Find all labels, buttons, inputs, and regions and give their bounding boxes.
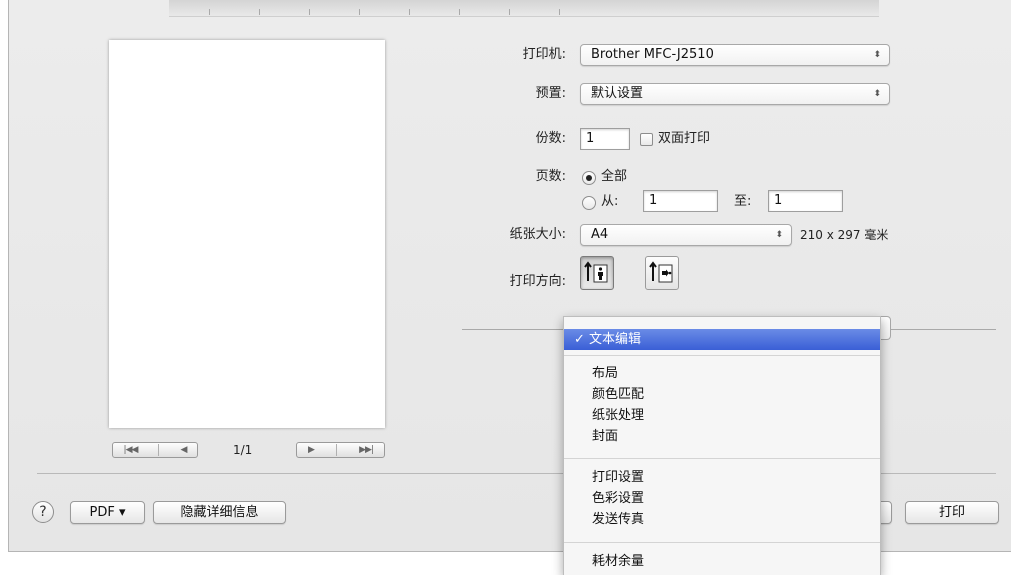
- menu-item-layout[interactable]: 布局: [564, 363, 880, 384]
- ruler-tick: [459, 9, 460, 15]
- updown-arrows-icon: ⬍: [873, 89, 881, 99]
- menu-separator: [564, 355, 880, 356]
- printer-value: Brother MFC-J2510: [591, 47, 714, 62]
- previous-page-icon[interactable]: ◀: [181, 445, 188, 455]
- pages-all-label: 全部: [601, 169, 628, 184]
- help-button[interactable]: ?: [32, 501, 54, 523]
- pdf-menu-button[interactable]: PDF ▾: [70, 501, 145, 524]
- printer-label: 打印机:: [522, 47, 566, 62]
- section-divider: [462, 329, 564, 330]
- ruler-tick: [209, 9, 210, 15]
- menu-item-color-matching[interactable]: 颜色匹配: [564, 384, 880, 405]
- menu-item-color-settings[interactable]: 色彩设置: [564, 488, 880, 509]
- pages-range-radio[interactable]: [582, 196, 596, 210]
- pages-to-field[interactable]: 1: [768, 190, 843, 212]
- landscape-orientation-button[interactable]: [645, 256, 679, 290]
- pages-all-radio[interactable]: [582, 171, 596, 185]
- preset-select[interactable]: 默认设置 ⬍: [580, 83, 890, 105]
- copies-label: 份数:: [535, 131, 566, 146]
- ruler-tick: [309, 9, 310, 15]
- landscape-orientation-icon: [649, 261, 673, 283]
- menu-item-cover-page[interactable]: 封面: [564, 426, 880, 447]
- dialog-top-edge: [169, 0, 879, 17]
- orientation-label: 打印方向:: [509, 274, 566, 289]
- preview-back-nav[interactable]: |◀◀ ◀: [112, 442, 198, 458]
- menu-item-text-edit[interactable]: ✓ 文本编辑: [564, 329, 880, 350]
- panel-popup-menu[interactable]: ✓ 文本编辑 布局 颜色匹配 纸张处理 封面 打印设置 色彩设置 发送传真 耗材…: [563, 316, 881, 575]
- hide-details-button[interactable]: 隐藏详细信息: [153, 501, 286, 524]
- duplex-checkbox[interactable]: [640, 133, 653, 146]
- nav-separator: [336, 444, 338, 456]
- pages-to-label: 至:: [734, 194, 752, 209]
- portrait-orientation-icon: [584, 261, 608, 283]
- nav-separator: [158, 444, 160, 456]
- ruler-tick: [259, 9, 260, 15]
- pages-from-field[interactable]: 1: [643, 190, 718, 212]
- preview-forward-nav[interactable]: ▶ ▶▶|: [296, 442, 385, 458]
- print-button[interactable]: 打印: [905, 501, 999, 524]
- menu-separator: [564, 458, 880, 459]
- pages-label: 页数:: [535, 169, 566, 184]
- page-counter: 1/1: [233, 443, 253, 457]
- paper-size-select[interactable]: A4 ⬍: [580, 224, 792, 246]
- panel-select-edge: [881, 316, 891, 340]
- preset-label: 预置:: [535, 86, 566, 101]
- menu-item-supply-levels[interactable]: 耗材余量: [564, 551, 880, 572]
- section-divider: [891, 329, 996, 330]
- menu-item-send-fax[interactable]: 发送传真: [564, 509, 880, 530]
- next-page-icon[interactable]: ▶: [308, 445, 315, 455]
- page-preview: [109, 40, 385, 428]
- ruler-tick: [509, 9, 510, 15]
- portrait-orientation-button[interactable]: [580, 256, 614, 290]
- printer-select[interactable]: Brother MFC-J2510 ⬍: [580, 44, 890, 66]
- menu-item-print-settings[interactable]: 打印设置: [564, 467, 880, 488]
- paper-size-value: A4: [591, 227, 609, 242]
- menu-item-paper-handling[interactable]: 纸张处理: [564, 405, 880, 426]
- copies-field[interactable]: 1: [580, 128, 630, 150]
- updown-arrows-icon: ⬍: [775, 230, 783, 240]
- duplex-label: 双面打印: [658, 131, 711, 146]
- ruler-tick: [409, 9, 410, 15]
- ruler-tick: [559, 9, 560, 15]
- pages-from-label: 从:: [601, 194, 619, 209]
- ruler-tick: [359, 9, 360, 15]
- first-page-icon[interactable]: |◀◀: [124, 445, 139, 455]
- paper-dimensions: 210 x 297 毫米: [800, 228, 889, 242]
- updown-arrows-icon: ⬍: [873, 50, 881, 60]
- menu-separator: [564, 542, 880, 543]
- last-page-icon[interactable]: ▶▶|: [359, 445, 374, 455]
- paper-size-label: 纸张大小:: [509, 227, 566, 242]
- preset-value: 默认设置: [591, 86, 644, 101]
